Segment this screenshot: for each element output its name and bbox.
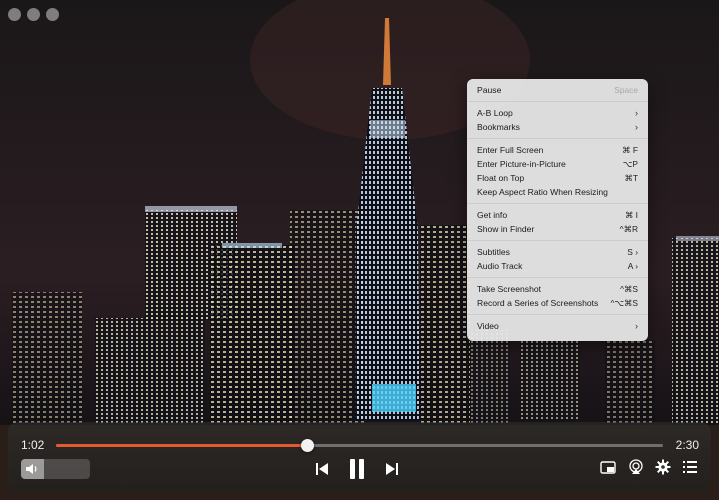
menu-shortcut: ^⌥⌘S <box>610 298 638 308</box>
previous-track-button[interactable] <box>314 461 330 477</box>
menu-shortcut: Space <box>614 85 638 95</box>
menu-item-audio-track[interactable]: Audio Track A › <box>467 259 648 273</box>
playlist-button[interactable] <box>682 460 698 474</box>
seek-bar[interactable] <box>56 439 663 452</box>
menu-item-float-on-top[interactable]: Float on Top ⌘T <box>467 171 648 185</box>
menu-item-label: Video <box>477 321 499 331</box>
menu-item-label: Enter Picture-in-Picture <box>477 159 566 169</box>
menu-item-label: Record a Series of Screenshots <box>477 298 599 308</box>
pause-button[interactable] <box>347 457 367 481</box>
menu-separator <box>467 101 648 102</box>
chevron-right-icon: › <box>635 321 638 331</box>
menu-item-label: Subtitles <box>477 247 510 257</box>
settings-button[interactable] <box>655 459 671 475</box>
seek-bar-progress <box>56 444 307 447</box>
menu-shortcut: A › <box>627 261 638 271</box>
close-window-button[interactable] <box>8 8 21 21</box>
menu-item-show-in-finder[interactable]: Show in Finder ^⌘R <box>467 222 648 236</box>
previous-track-icon <box>316 463 328 475</box>
gear-icon <box>655 459 671 475</box>
airplay-icon <box>629 459 643 474</box>
menu-item-label: Take Screenshot <box>477 284 542 294</box>
menu-item-label: Bookmarks <box>477 122 520 132</box>
menu-shortcut: ⌘T <box>624 173 639 183</box>
menu-item-label: Pause <box>477 85 502 95</box>
menu-item-label: Enter Full Screen <box>477 145 544 155</box>
menu-separator <box>467 203 648 204</box>
seek-bar-handle[interactable] <box>300 439 314 452</box>
menu-shortcut: ⌥P <box>622 159 638 169</box>
pause-icon <box>350 459 364 479</box>
minimize-window-button[interactable] <box>27 8 40 21</box>
menu-item-subtitles[interactable]: Subtitles S › <box>467 245 648 259</box>
menu-item-bookmarks[interactable]: Bookmarks › <box>467 120 648 134</box>
menu-item-take-screenshot[interactable]: Take Screenshot ^⌘S <box>467 282 648 296</box>
playlist-icon <box>683 461 697 473</box>
chevron-right-icon: › <box>635 108 638 118</box>
window-controls <box>8 8 59 21</box>
next-track-icon <box>386 463 398 475</box>
menu-shortcut: ⌘ I <box>624 210 638 220</box>
menu-shortcut: S › <box>627 247 638 257</box>
menu-separator <box>467 138 648 139</box>
menu-separator <box>467 314 648 315</box>
current-time: 1:02 <box>21 438 45 452</box>
picture-in-picture-icon <box>600 461 616 474</box>
zoom-window-button[interactable] <box>46 8 59 21</box>
menu-separator <box>467 240 648 241</box>
menu-shortcut: ⌘ F <box>622 145 638 155</box>
menu-item-label: Show in Finder <box>477 224 535 234</box>
menu-item-video[interactable]: Video › <box>467 319 648 333</box>
menu-item-get-info[interactable]: Get info ⌘ I <box>467 208 648 222</box>
menu-item-label: A-B Loop <box>477 108 513 118</box>
menu-item-fullscreen[interactable]: Enter Full Screen ⌘ F <box>467 143 648 157</box>
chevron-right-icon: › <box>635 122 638 132</box>
context-menu: Pause Space A-B Loop › Bookmarks › Enter… <box>467 79 648 341</box>
menu-item-ab-loop[interactable]: A-B Loop › <box>467 106 648 120</box>
total-time: 2:30 <box>675 438 699 452</box>
menu-item-label: Get info <box>477 210 508 220</box>
speaker-icon <box>26 464 37 474</box>
control-bar: 1:02 2:30 <box>8 422 711 493</box>
menu-item-pause[interactable]: Pause Space <box>467 83 648 97</box>
menu-item-label: Float on Top <box>477 173 525 183</box>
menu-item-keep-aspect-ratio[interactable]: Keep Aspect Ratio When Resizing <box>467 185 648 199</box>
menu-item-picture-in-picture[interactable]: Enter Picture-in-Picture ⌥P <box>467 157 648 171</box>
airplay-button[interactable] <box>628 459 644 475</box>
picture-in-picture-button[interactable] <box>600 461 616 475</box>
menu-item-record-screenshots[interactable]: Record a Series of Screenshots ^⌥⌘S <box>467 296 648 310</box>
menu-shortcut: ^⌘S <box>620 284 638 294</box>
volume-slider[interactable] <box>21 459 90 479</box>
next-track-button[interactable] <box>384 461 400 477</box>
menu-item-label: Audio Track <box>477 261 523 271</box>
menu-item-label: Keep Aspect Ratio When Resizing <box>477 187 608 197</box>
menu-shortcut: ^⌘R <box>619 224 638 234</box>
menu-separator <box>467 277 648 278</box>
